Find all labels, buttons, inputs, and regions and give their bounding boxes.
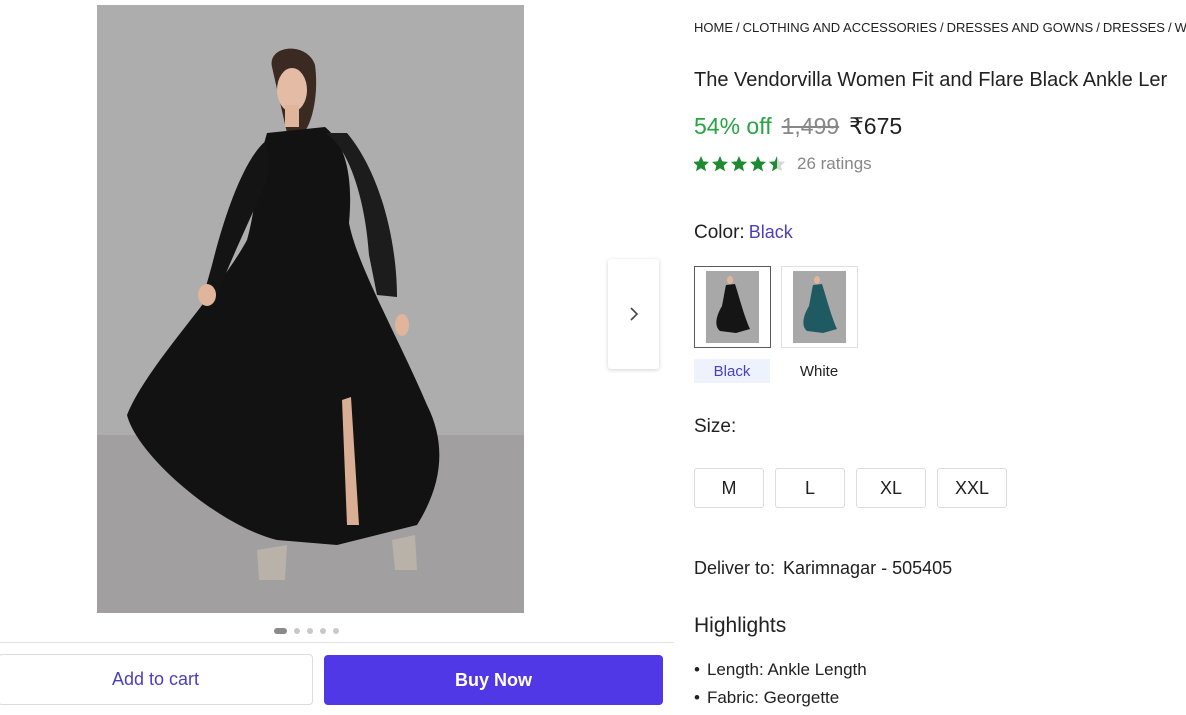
dress-thumbnail <box>793 271 846 343</box>
highlight-text: Fabric: Georgette <box>706 688 840 707</box>
color-swatch-white[interactable] <box>781 266 858 348</box>
product-details: HOME / CLOTHING AND ACCESSORIES / DRESSES AN… <box>694 0 1186 715</box>
size-option-l[interactable]: L <box>775 468 845 508</box>
next-image-button[interactable] <box>608 259 659 369</box>
highlight-item: • Fabric: Georgette <box>694 688 839 708</box>
breadcrumb-separator: / <box>939 20 944 35</box>
breadcrumb-separator: / <box>1167 20 1172 35</box>
selling-price: ₹675 <box>849 113 903 139</box>
price-row: 54% off 1,499 ₹675 <box>694 113 902 140</box>
size-option-m[interactable]: M <box>694 468 764 508</box>
color-swatch-black[interactable] <box>694 266 771 348</box>
buy-now-button[interactable]: Buy Now <box>324 655 663 705</box>
color-option-label: White <box>799 362 839 380</box>
delivery-location[interactable]: Deliver to: Karimnagar - 505405 <box>694 558 952 579</box>
size-option-xxl[interactable]: XXL <box>937 468 1007 508</box>
breadcrumb-item-home[interactable]: HOME <box>694 20 733 35</box>
ratings-count: 26 ratings <box>797 154 872 173</box>
color-label-text: Color: <box>694 222 745 243</box>
gallery-dot[interactable] <box>320 628 326 634</box>
breadcrumb-item-dresses[interactable]: DRESSES <box>1103 20 1165 35</box>
breadcrumb-separator: / <box>1096 20 1100 35</box>
breadcrumb-item-clothing[interactable]: CLOTHING AND ACCESSORIES <box>743 20 937 35</box>
gallery-dot[interactable] <box>274 628 287 634</box>
delivery-address: Karimnagar - 505405 <box>783 558 953 578</box>
star-icon <box>712 156 728 172</box>
size-label: Size: <box>694 416 737 437</box>
divider <box>0 642 674 643</box>
discount-percent: 54% off <box>694 113 772 139</box>
product-gallery: Add to cart Buy Now <box>0 0 676 715</box>
breadcrumb-item-women[interactable]: WOM <box>1175 20 1186 35</box>
star-icon <box>750 156 766 172</box>
bullet: • <box>694 660 700 679</box>
selected-color: Black <box>748 222 793 242</box>
color-option-label: Black <box>694 359 770 383</box>
star-rating <box>694 155 787 173</box>
product-title: The Vendorvilla Women Fit and Flare Blac… <box>694 69 1168 91</box>
dress-model-illustration <box>97 5 524 613</box>
add-to-cart-button[interactable]: Add to cart <box>0 654 313 705</box>
size-option-xl[interactable]: XL <box>856 468 926 508</box>
highlight-item: • Length: Ankle Length <box>694 660 867 680</box>
gallery-pagination <box>274 628 339 634</box>
highlight-text: Length: Ankle Length <box>706 660 867 679</box>
dress-thumbnail <box>706 271 759 343</box>
chevron-right-icon <box>629 307 638 321</box>
rating-summary[interactable]: 26 ratings <box>694 154 872 174</box>
star-icon <box>731 156 747 172</box>
star-icon <box>769 156 785 172</box>
breadcrumb-separator: / <box>736 20 740 35</box>
deliver-label: Deliver to: <box>694 558 776 578</box>
highlights-heading: Highlights <box>694 614 787 637</box>
breadcrumb: HOME / CLOTHING AND ACCESSORIES / DRESSES AN… <box>694 20 1186 35</box>
gallery-dot[interactable] <box>307 628 313 634</box>
breadcrumb-item-dresses-gowns[interactable]: DRESSES AND GOWNS <box>947 20 1094 35</box>
product-image[interactable] <box>97 5 524 613</box>
star-icon <box>694 156 709 172</box>
color-label: Color: Black <box>694 222 793 244</box>
original-price: 1,499 <box>781 113 840 139</box>
gallery-dot[interactable] <box>294 628 300 634</box>
bullet: • <box>694 688 700 707</box>
gallery-dot[interactable] <box>333 628 339 634</box>
